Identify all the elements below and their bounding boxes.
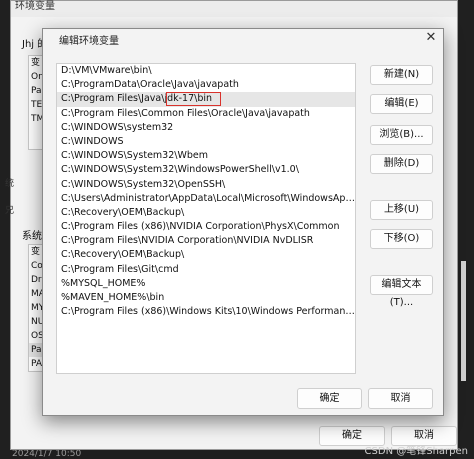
dialog-titlebar[interactable]: 编辑环境变量 ✕ bbox=[43, 29, 443, 51]
list-item[interactable]: C:\WINDOWS\System32\OpenSSH\ bbox=[57, 178, 355, 192]
list-item[interactable]: C:\ProgramData\Oracle\Java\javapath bbox=[57, 78, 355, 92]
list-item-selected[interactable]: C:\Program Files\Java\jdk-17\bin bbox=[57, 92, 355, 107]
list-item[interactable]: C:\Program Files (x86)\Windows Kits\10\W… bbox=[57, 305, 355, 319]
system-variables-label: 系统 bbox=[22, 231, 42, 242]
edit-text-button[interactable]: 编辑文本(T)... bbox=[370, 275, 433, 308]
list-item[interactable]: C:\Program Files (x86)\NVIDIA Corporatio… bbox=[57, 220, 355, 234]
list-item[interactable]: C:\Users\Administrator\AppData\Local\Mic… bbox=[57, 192, 355, 206]
close-icon[interactable]: ✕ bbox=[423, 30, 439, 46]
browse-button[interactable]: 浏览(B)... bbox=[370, 125, 433, 145]
list-item[interactable]: C:\Recovery\OEM\Backup\ bbox=[57, 206, 355, 220]
highlight-annotation bbox=[166, 92, 221, 107]
edit-environment-variable-dialog: 编辑环境变量 ✕ D:\VM\VMware\bin\ C:\ProgramDat… bbox=[42, 28, 444, 416]
taskbar-clock-fragment: 2024/1/7 10:50 bbox=[12, 449, 82, 459]
list-item[interactable]: C:\WINDOWS\system32 bbox=[57, 121, 355, 135]
list-item[interactable]: C:\WINDOWS\System32\Wbem bbox=[57, 149, 355, 163]
back-window-title: 环境变量 bbox=[15, 1, 55, 12]
partial-label: 统 bbox=[5, 179, 15, 189]
move-up-button[interactable]: 上移(U) bbox=[370, 200, 433, 220]
edit-button[interactable]: 编辑(E) bbox=[370, 94, 433, 114]
list-item[interactable]: %MAVEN_HOME%\bin bbox=[57, 291, 355, 305]
delete-button[interactable]: 删除(D) bbox=[370, 154, 433, 174]
path-list[interactable]: D:\VM\VMware\bin\ C:\ProgramData\Oracle\… bbox=[56, 63, 356, 374]
list-item[interactable]: %MYSQL_HOME% bbox=[57, 277, 355, 291]
desktop-background bbox=[0, 0, 10, 459]
desktop-background-right bbox=[458, 0, 474, 459]
list-item[interactable]: D:\VM\VMware\bin\ bbox=[57, 64, 355, 78]
scrollbar[interactable] bbox=[461, 261, 466, 381]
ok-button[interactable]: 确定 bbox=[297, 388, 362, 409]
list-item[interactable]: C:\Program Files\Git\cmd bbox=[57, 263, 355, 277]
back-window-titlebar: 环境变量 bbox=[11, 1, 457, 17]
list-item[interactable]: C:\WINDOWS\System32\WindowsPowerShell\v1… bbox=[57, 163, 355, 177]
watermark: CSDN @笔锋Sharpen bbox=[364, 446, 468, 457]
list-item[interactable]: C:\Recovery\OEM\Backup\ bbox=[57, 248, 355, 262]
list-item[interactable]: C:\Program Files\NVIDIA Corporation\NVID… bbox=[57, 234, 355, 248]
partial-label: 兄 bbox=[5, 206, 15, 216]
cancel-button[interactable]: 取消 bbox=[368, 388, 433, 409]
new-button[interactable]: 新建(N) bbox=[370, 65, 433, 85]
list-item[interactable]: C:\WINDOWS bbox=[57, 135, 355, 149]
move-down-button[interactable]: 下移(O) bbox=[370, 229, 433, 249]
list-item[interactable]: C:\Program Files\Common Files\Oracle\Jav… bbox=[57, 107, 355, 121]
dialog-title: 编辑环境变量 bbox=[59, 36, 119, 47]
